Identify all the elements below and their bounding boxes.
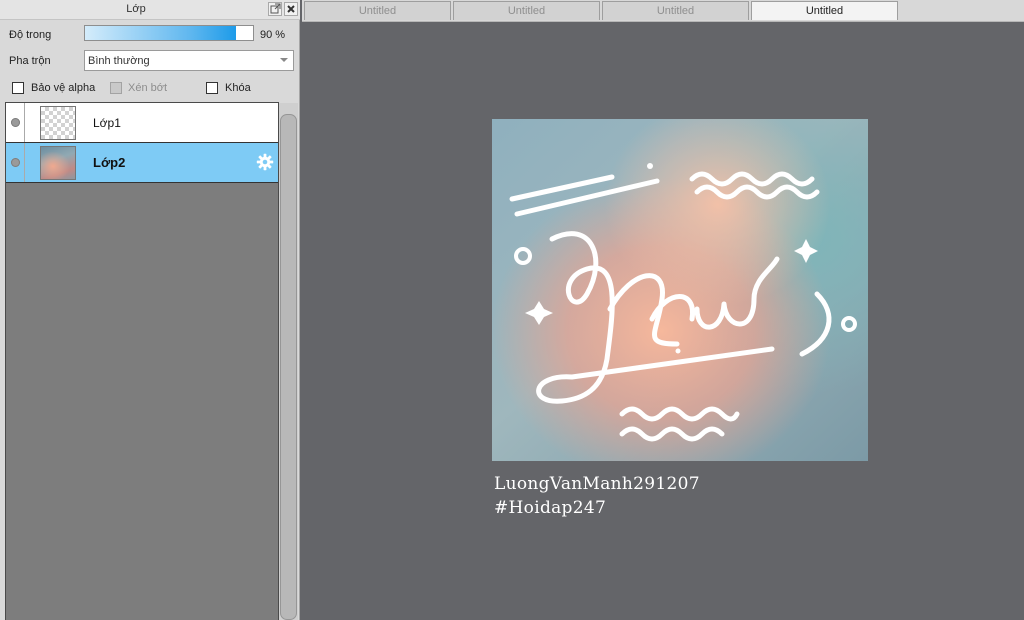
canvas-caption-line2: #Hoidap247 bbox=[494, 498, 607, 518]
panel-titlebar: Lớp bbox=[0, 0, 300, 20]
layer-panel: Lớp Độ trong 90 % Pha trộn Bình thường B… bbox=[0, 0, 300, 620]
document-tabbar: Untitled Untitled Untitled Untitled bbox=[302, 0, 1024, 22]
blend-mode-label: Pha trộn bbox=[9, 55, 51, 67]
layer-visibility-toggle[interactable] bbox=[6, 103, 25, 142]
protect-alpha-label: Bảo vệ alpha bbox=[31, 82, 96, 94]
blend-mode-value: Bình thường bbox=[88, 55, 150, 67]
protect-alpha-checkbox[interactable] bbox=[12, 82, 24, 94]
clip-checkbox[interactable] bbox=[110, 82, 122, 94]
opacity-label: Độ trong bbox=[9, 29, 52, 41]
document-tab-2[interactable]: Untitled bbox=[453, 1, 600, 20]
document-tab-1[interactable]: Untitled bbox=[304, 1, 451, 20]
blend-mode-select[interactable]: Bình thường bbox=[84, 50, 294, 71]
layer-name: Lớp2 bbox=[93, 155, 126, 170]
visibility-dot-icon bbox=[11, 118, 20, 127]
layer-row-2[interactable]: Lớp2 bbox=[6, 143, 278, 183]
opacity-slider[interactable] bbox=[84, 25, 254, 41]
layer-visibility-toggle[interactable] bbox=[6, 143, 25, 182]
visibility-dot-icon bbox=[11, 158, 20, 167]
layer-thumbnail bbox=[40, 106, 76, 140]
chevron-down-icon bbox=[280, 58, 288, 62]
lock-checkbox[interactable] bbox=[206, 82, 218, 94]
clip-label: Xén bớt bbox=[128, 82, 168, 94]
layer-name: Lớp1 bbox=[93, 116, 121, 130]
layer-row-1[interactable]: Lớp1 bbox=[6, 103, 278, 143]
opacity-value: 90 % bbox=[260, 29, 286, 41]
lock-label: Khóa bbox=[225, 82, 251, 94]
layer-scrollbar-thumb[interactable] bbox=[280, 114, 297, 620]
document-tab-3[interactable]: Untitled bbox=[602, 1, 749, 20]
gear-icon[interactable] bbox=[256, 153, 274, 171]
canvas-caption-line1: LuongVanManh291207 bbox=[494, 474, 700, 494]
opacity-slider-fill bbox=[85, 26, 237, 40]
close-icon[interactable] bbox=[284, 2, 298, 16]
layer-thumbnail bbox=[40, 146, 76, 180]
document-tab-4-active[interactable]: Untitled bbox=[751, 1, 898, 20]
popout-icon[interactable] bbox=[268, 2, 282, 16]
layer-list: Lớp1 Lớp2 bbox=[5, 102, 279, 620]
canvas-artwork[interactable] bbox=[492, 119, 868, 461]
panel-title: Lớp bbox=[126, 3, 146, 15]
